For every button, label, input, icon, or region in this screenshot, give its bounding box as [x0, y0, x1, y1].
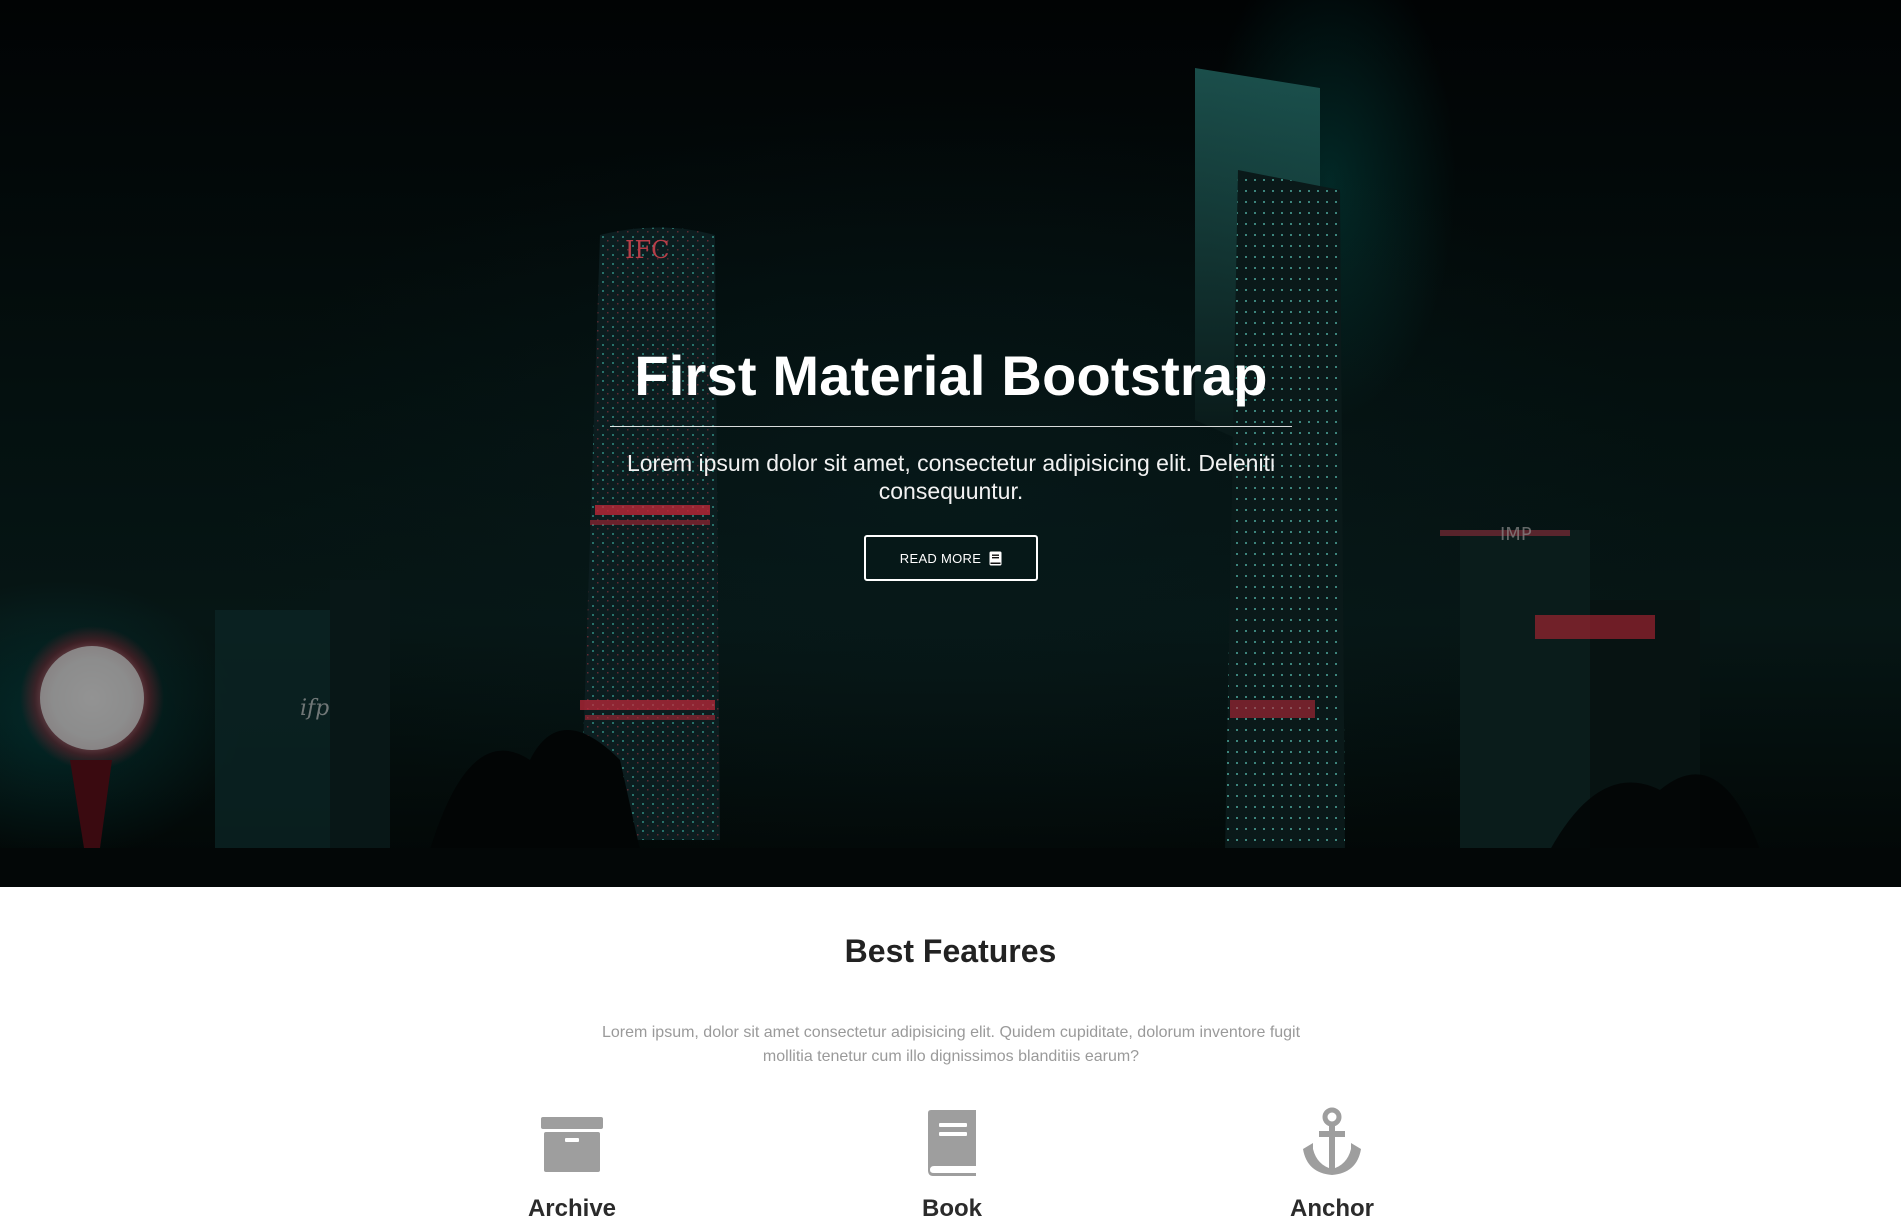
- hero-title: First Material Bootstrap: [634, 344, 1268, 407]
- features-section: Best Features Lorem ipsum, dolor sit ame…: [0, 887, 1901, 1223]
- hero-divider: [610, 426, 1292, 427]
- features-lead: Lorem ipsum, dolor sit amet consectetur …: [601, 1024, 1301, 1065]
- book-icon: [989, 551, 1002, 565]
- anchor-icon: [1303, 1107, 1361, 1175]
- svg-text:IMP: IMP: [1500, 524, 1532, 545]
- hero-section: IFC IMP ifp First Material Bootstrap Lor…: [0, 0, 1901, 887]
- feature-archive: Archive: [472, 1107, 672, 1223]
- book-icon: [928, 1110, 976, 1176]
- read-more-label: READ MORE: [899, 550, 982, 566]
- hero-subtitle: Lorem ipsum dolor sit amet, consectetur …: [626, 450, 1276, 504]
- hero-bottom-band: [0, 848, 1901, 887]
- read-more-button[interactable]: READ MORE: [863, 535, 1039, 581]
- features-title: Best Features: [844, 933, 1057, 969]
- feature-label: Anchor: [1290, 1195, 1374, 1222]
- feature-book: Book: [852, 1107, 1052, 1223]
- hero-content: First Material Bootstrap Lorem ipsum dol…: [610, 340, 1292, 581]
- svg-text:IFC: IFC: [625, 236, 670, 264]
- feature-label: Book: [922, 1195, 982, 1222]
- feature-label: Archive: [527, 1195, 617, 1222]
- feature-anchor: Anchor: [1232, 1107, 1432, 1223]
- archive-icon: [541, 1117, 603, 1172]
- svg-text:ifp: ifp: [300, 696, 329, 721]
